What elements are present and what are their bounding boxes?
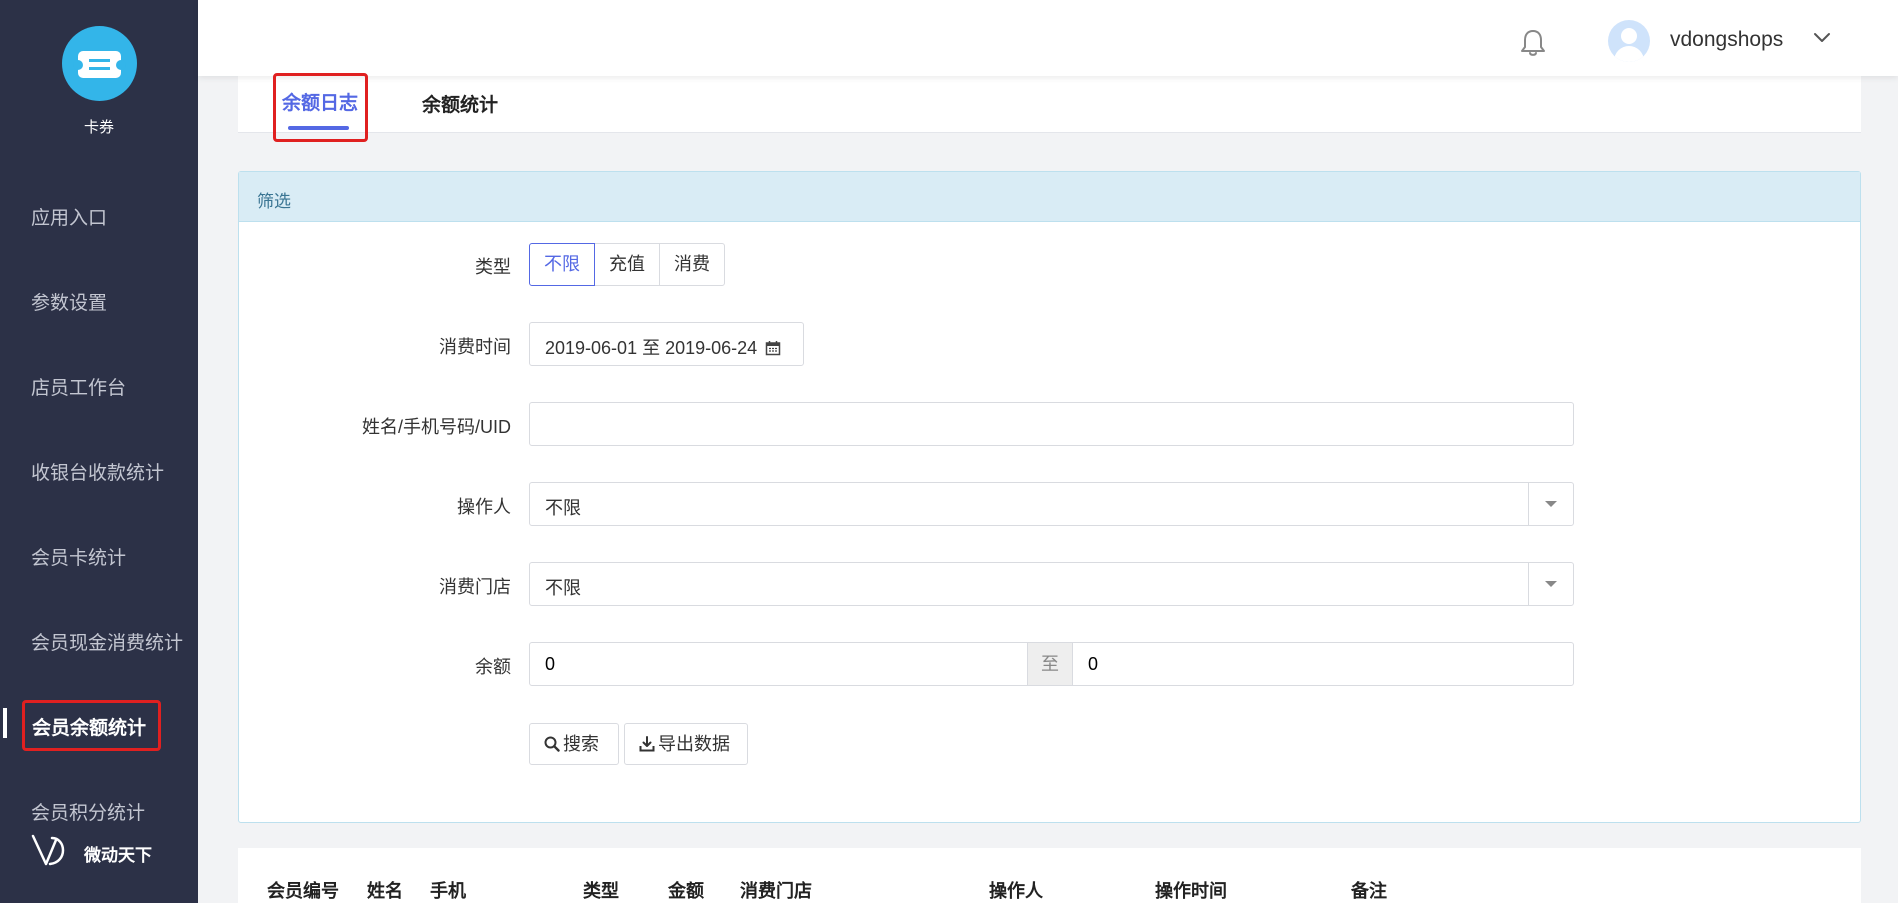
tab-highlight-box — [273, 73, 368, 142]
date-range-picker[interactable]: 2019-06-01 至 2019-06-24 — [529, 322, 804, 366]
operator-label: 操作人 — [457, 497, 511, 517]
store-label: 消费门店 — [439, 577, 511, 597]
active-indicator — [3, 708, 7, 738]
table-header-cell: 手机 — [430, 881, 466, 901]
balance-max-input[interactable] — [1072, 642, 1574, 686]
sidebar-item-member-cash-stats[interactable]: 会员现金消费统计 — [31, 628, 183, 655]
balance-label: 余额 — [475, 657, 511, 677]
tabs-bar: 余额日志 余额统计 — [238, 76, 1861, 133]
table-header-cell: 操作人 — [989, 881, 1043, 901]
type-label: 类型 — [475, 257, 511, 277]
sidebar-item-settings[interactable]: 参数设置 — [31, 288, 107, 315]
export-button[interactable]: 导出数据 — [624, 723, 748, 765]
table-header-cell: 姓名 — [367, 881, 403, 901]
table-card: 会员编号 姓名 手机 类型 金额 消费门店 操作人 操作时间 备注 — [238, 848, 1861, 903]
avatar[interactable] — [1608, 20, 1650, 62]
type-option-all[interactable]: 不限 — [529, 243, 595, 286]
balance-min-input[interactable] — [529, 642, 1028, 686]
sidebar-item-cashier-stats[interactable]: 收银台收款统计 — [31, 458, 164, 485]
range-separator: 至 — [1027, 642, 1073, 686]
search-icon — [544, 736, 560, 752]
filter-panel: 筛选 类型 不限 充值 消费 消费时间 2019-06-01 至 2019-06… — [238, 171, 1861, 823]
type-option-consume[interactable]: 消费 — [659, 243, 725, 286]
sidebar-item-member-points-stats[interactable]: 会员积分统计 — [31, 798, 145, 825]
caret-down-icon[interactable] — [1528, 483, 1573, 525]
operator-select[interactable]: 不限 — [529, 482, 1574, 526]
type-option-recharge[interactable]: 充值 — [594, 243, 660, 286]
filter-heading: 筛选 — [239, 172, 1860, 222]
keyword-input[interactable] — [529, 402, 1574, 446]
table-header-cell: 备注 — [1351, 881, 1387, 901]
chevron-down-icon[interactable] — [1813, 32, 1831, 44]
sidebar-item-staff-workbench[interactable]: 店员工作台 — [31, 373, 126, 400]
table-header-cell: 会员编号 — [267, 881, 339, 901]
tab-balance-stats[interactable]: 余额统计 — [422, 90, 498, 117]
time-label: 消费时间 — [439, 337, 511, 357]
sidebar: 卡券 应用入口 参数设置 店员工作台 收银台收款统计 会员卡统计 会员现金消费统… — [0, 0, 198, 903]
store-value: 不限 — [545, 578, 581, 598]
table-header-cell: 消费门店 — [740, 881, 812, 901]
keyword-label: 姓名/手机号码/UID — [361, 417, 511, 437]
download-icon — [639, 736, 655, 752]
calendar-icon — [765, 341, 781, 356]
date-range-value: 2019-06-01 至 2019-06-24 — [545, 338, 758, 358]
username[interactable]: vdongshops — [1670, 28, 1783, 52]
brand-name: 微动天下 — [84, 846, 152, 865]
caret-down-icon[interactable] — [1528, 563, 1573, 605]
bell-icon[interactable] — [1519, 28, 1547, 58]
table-header-cell: 类型 — [583, 881, 619, 901]
highlight-box — [22, 700, 161, 751]
table-header-cell: 操作时间 — [1155, 881, 1227, 901]
search-button-label: 搜索 — [563, 734, 599, 754]
operator-value: 不限 — [545, 498, 581, 518]
app-name: 卡券 — [83, 119, 114, 136]
table-header-cell: 金额 — [668, 881, 704, 901]
export-button-label: 导出数据 — [658, 734, 730, 754]
sidebar-item-member-card-stats[interactable]: 会员卡统计 — [31, 543, 126, 570]
ticket-logo-icon — [62, 26, 137, 101]
top-header: vdongshops — [198, 0, 1898, 76]
brand-logo-icon — [31, 834, 65, 866]
sidebar-item-app-entry[interactable]: 应用入口 — [31, 203, 107, 230]
search-button[interactable]: 搜索 — [529, 723, 619, 765]
store-select[interactable]: 不限 — [529, 562, 1574, 606]
type-segmented-control: 不限 充值 消费 — [529, 243, 725, 286]
